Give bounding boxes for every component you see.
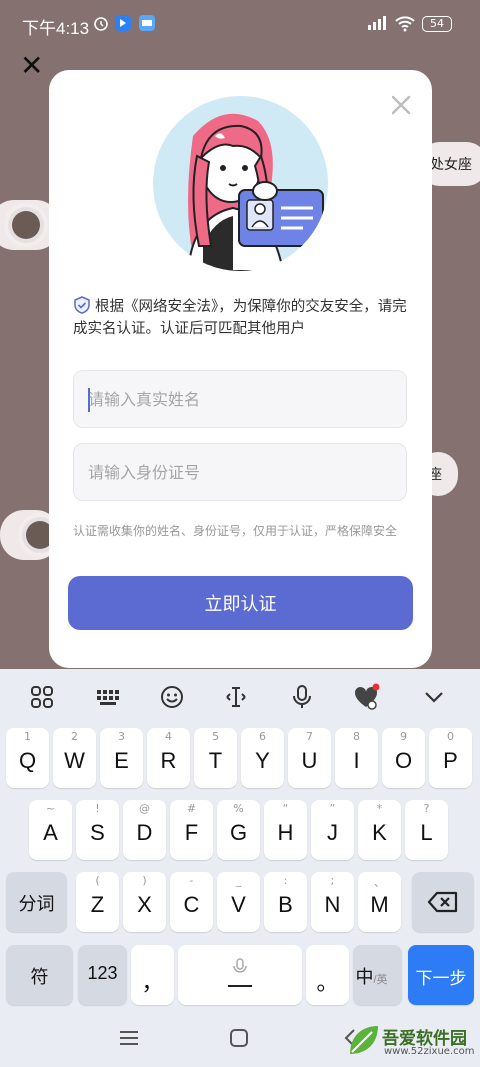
key-x[interactable]: ) X [123,872,166,932]
cursor-icon[interactable] [222,683,250,711]
heart-icon[interactable] [352,683,380,711]
site-watermark: 吾爱软件园 www.52zixue.com [346,1022,475,1064]
key-i[interactable]: 8I [335,728,378,788]
shield-icon [74,296,90,314]
privacy-hint: 认证需收集你的姓名、身份证号，仅用于认证，严格保障安全 [73,524,398,538]
signal-icon [368,16,386,30]
key-y[interactable]: 6Y [241,728,284,788]
next-step-key[interactable]: 下一步 [408,945,474,1005]
symbol-key[interactable]: 符 [6,945,73,1005]
key-d[interactable]: @ D [123,800,166,860]
key-j[interactable]: ” J [311,800,354,860]
text-caret [88,388,90,412]
key-q[interactable]: 1Q [6,728,49,788]
backspace-key[interactable] [412,872,474,932]
id-card-illustration [153,96,328,271]
wifi-icon [395,16,415,32]
period-key[interactable]: 。 [306,945,349,1005]
emoji-icon[interactable] [158,683,186,711]
key-o[interactable]: 9O [382,728,425,788]
key-r[interactable]: 4R [147,728,190,788]
keyboard-icon[interactable] [94,683,122,711]
name-field[interactable] [73,370,407,428]
watermark-url: www.52zixue.com [384,1046,475,1057]
status-time: 下午4:13 [22,19,90,38]
soft-keyboard: 1Q 2W 3E 4R 5T 6Y 7U 8I 9O 0P ~ A ! S @ D #… [0,669,480,1067]
key-a[interactable]: ~ A [29,800,72,860]
key-b[interactable]: :B [264,872,307,932]
name-input[interactable] [74,371,406,427]
key-k[interactable]: * K [358,800,401,860]
key-g[interactable]: % G [217,800,260,860]
app-notification-icon-2 [139,15,155,31]
number-key[interactable]: 123 [78,945,127,1005]
key-u[interactable]: 7U [288,728,331,788]
mic-icon-small [213,958,267,987]
key-z[interactable]: (Z [76,872,119,932]
notice-text: 根据《网络安全法》，为保障你的交友安全，请完成实名认证。认证后可匹配其他用户 [73,299,407,337]
key-c[interactable]: -C [170,872,213,932]
key-w[interactable]: 2W [53,728,96,788]
key-f[interactable]: # F [170,800,213,860]
legal-notice: 根据《网络安全法》，为保障你的交友安全，请完成实名认证。认证后可匹配其他用户 [73,296,413,340]
id-number-input[interactable] [74,444,406,500]
chevron-down-icon[interactable] [420,683,448,711]
leaf-logo-icon [350,1026,378,1054]
menu-icon[interactable] [118,1028,140,1048]
space-key[interactable] [178,945,302,1005]
comma-key[interactable]: ， [131,945,174,1005]
keyboard-toolbar [0,669,480,725]
close-icon[interactable] [390,94,412,116]
language-switch-key[interactable]: 中/英 [353,945,402,1005]
grid-icon[interactable] [28,683,56,711]
lang-sub-label: /英 [373,974,388,986]
background-close-icon[interactable]: ✕ [20,52,43,80]
lang-label: 中 [355,967,374,987]
key-m[interactable]: 、 M [358,872,401,932]
avatar [4,203,48,247]
key-p[interactable]: 0P [429,728,472,788]
key-n[interactable]: ; N [311,872,354,932]
segment-key[interactable]: 分词 [6,872,67,932]
key-s[interactable]: ! S [76,800,119,860]
home-icon[interactable] [228,1027,250,1049]
key-l[interactable]: ? L [405,800,448,860]
app-notification-icon [115,15,131,31]
backspace-icon [427,891,458,913]
battery-indicator: 54 [422,16,452,32]
alarm-icon [94,17,108,31]
key-h[interactable]: “H [264,800,307,860]
key-v[interactable]: _ V [217,872,260,932]
key-t[interactable]: 5T [194,728,237,788]
verification-dialog: 根据《网络安全法》，为保障你的交友安全，请完成实名认证。认证后可匹配其他用户 认… [49,70,432,668]
chip-label: 处女座 [430,157,472,173]
id-number-field[interactable] [73,443,407,501]
key-e[interactable]: 3E [100,728,143,788]
mic-icon[interactable] [288,683,316,711]
status-bar: 下午4:13 54 [0,0,480,48]
verify-now-button[interactable]: 立即认证 [68,576,413,630]
